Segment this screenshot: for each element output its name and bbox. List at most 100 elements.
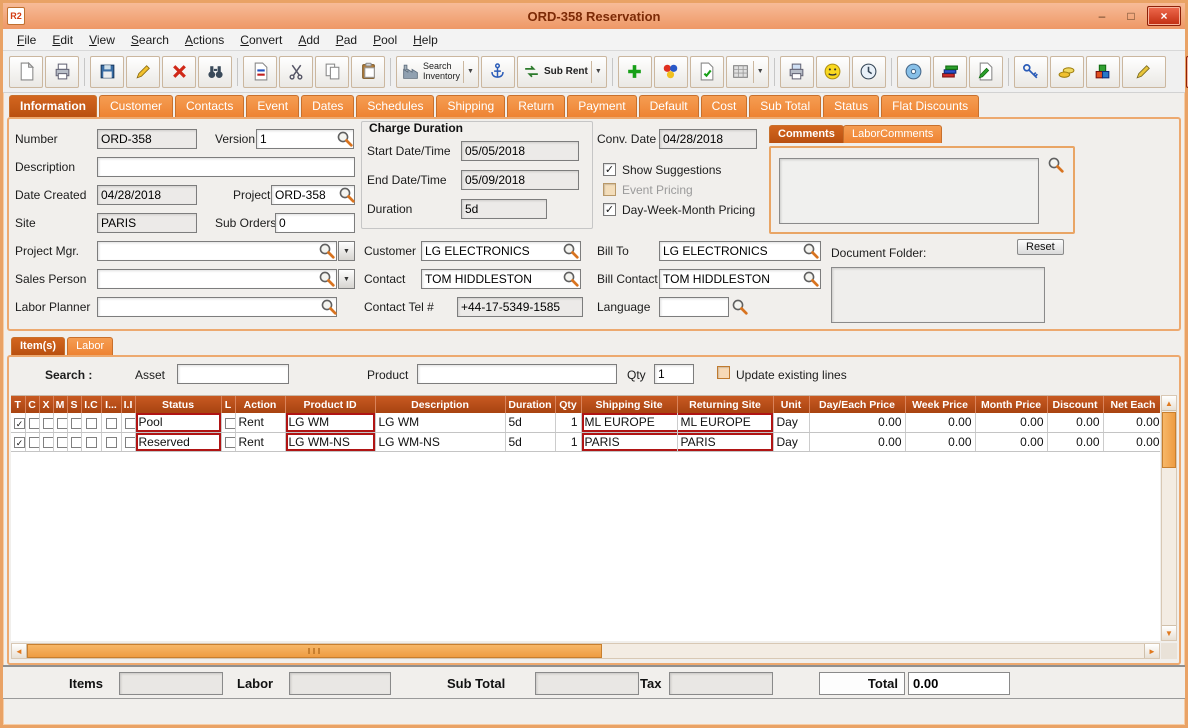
notes-button[interactable] — [969, 56, 1003, 88]
tab-comments[interactable]: Comments — [769, 125, 844, 143]
menu-pad[interactable]: Pad — [328, 31, 365, 49]
customer-field[interactable] — [421, 241, 581, 261]
paste-button[interactable] — [351, 56, 385, 88]
col-header-week-price[interactable]: Week Price — [905, 396, 975, 413]
cell-net-each[interactable]: 0.00 — [1103, 432, 1160, 451]
cell-day-each-price[interactable]: 0.00 — [809, 413, 905, 432]
cell-returning-site[interactable]: PARIS — [677, 432, 773, 451]
row-checkbox[interactable] — [106, 418, 117, 429]
row-checkbox[interactable] — [225, 418, 236, 429]
scroll-down-icon[interactable]: ▼ — [1162, 625, 1176, 640]
search-inventory-dropdown[interactable]: ▼ — [463, 61, 474, 83]
new-document-button[interactable] — [9, 56, 43, 88]
tab-shipping[interactable]: Shipping — [436, 95, 505, 117]
cell-discount[interactable]: 0.00 — [1047, 432, 1103, 451]
col-header-l[interactable]: L — [221, 396, 235, 413]
minimize-button[interactable]: – — [1089, 7, 1115, 25]
feedback-button[interactable] — [816, 56, 850, 88]
total-field[interactable]: 0.00 — [908, 672, 1010, 695]
conv-date-field[interactable] — [659, 129, 757, 149]
tab-labor-comments[interactable]: LaborComments — [843, 125, 942, 143]
col-header-s[interactable]: S — [67, 396, 81, 413]
cut-button[interactable] — [279, 56, 313, 88]
vertical-scroll-thumb[interactable] — [1162, 412, 1176, 468]
search-inventory-button[interactable]: SearchInventory ▼ — [396, 56, 479, 88]
sub-total-field[interactable] — [535, 672, 639, 695]
close-button[interactable]: × — [1147, 6, 1181, 26]
sales-person-lookup-icon[interactable] — [318, 270, 335, 287]
row-checkbox[interactable] — [86, 437, 97, 448]
scroll-right-icon[interactable]: ► — [1144, 644, 1159, 658]
number-field[interactable] — [97, 129, 197, 149]
contact-field[interactable] — [421, 269, 581, 289]
tab-cost[interactable]: Cost — [701, 95, 748, 117]
project-mgr-dropdown[interactable]: ▼ — [338, 241, 355, 261]
description-field[interactable] — [97, 157, 355, 177]
menu-actions[interactable]: Actions — [177, 31, 232, 49]
row-checkbox[interactable] — [125, 418, 136, 429]
cell-unit[interactable]: Day — [773, 432, 809, 451]
language-lookup-icon[interactable] — [731, 298, 748, 315]
col-header-description[interactable]: Description — [375, 396, 505, 413]
tab-event[interactable]: Event — [246, 95, 299, 117]
cell-month-price[interactable]: 0.00 — [975, 413, 1047, 432]
tab-items[interactable]: Item(s) — [11, 337, 65, 355]
delete-button[interactable] — [162, 56, 196, 88]
cell-product-id[interactable]: LG WM-NS — [285, 432, 375, 451]
labor-planner-field[interactable] — [97, 297, 337, 317]
maximize-button[interactable]: □ — [1118, 7, 1144, 25]
menu-pool[interactable]: Pool — [365, 31, 405, 49]
update-existing-lines-checkbox[interactable] — [717, 366, 730, 379]
col-header-unit[interactable]: Unit — [773, 396, 809, 413]
col-header-x[interactable]: X — [39, 396, 53, 413]
edit-button[interactable] — [126, 56, 160, 88]
print-report-button[interactable] — [780, 56, 814, 88]
cell-returning-site[interactable]: ML EUROPE — [677, 413, 773, 432]
cell-qty[interactable]: 1 — [555, 413, 581, 432]
horizontal-scrollbar[interactable]: ◄ ► — [11, 643, 1160, 659]
date-created-field[interactable] — [97, 185, 197, 205]
col-header-qty[interactable]: Qty — [555, 396, 581, 413]
row-checkbox[interactable]: ✓ — [14, 418, 25, 429]
col-header-c[interactable]: C — [25, 396, 39, 413]
row-checkbox[interactable] — [125, 437, 136, 448]
disc-button[interactable] — [897, 56, 931, 88]
col-header-ic[interactable]: I.C — [81, 396, 101, 413]
col-header-shipping-site[interactable]: Shipping Site — [581, 396, 677, 413]
project-mgr-lookup-icon[interactable] — [318, 242, 335, 259]
row-checkbox[interactable] — [57, 437, 68, 448]
qty-input[interactable] — [654, 364, 694, 384]
duration-field[interactable] — [461, 199, 547, 219]
show-suggestions-checkbox[interactable]: ✓ — [603, 163, 616, 176]
highlight-pen-button[interactable] — [1122, 56, 1166, 88]
bill-to-lookup-icon[interactable] — [802, 242, 819, 259]
product-search-input[interactable] — [417, 364, 617, 384]
menu-edit[interactable]: Edit — [44, 31, 81, 49]
row-checkbox[interactable] — [57, 418, 68, 429]
history-button[interactable] — [852, 56, 886, 88]
tab-return[interactable]: Return — [507, 95, 565, 117]
tab-payment[interactable]: Payment — [567, 95, 636, 117]
version-lookup-icon[interactable] — [336, 130, 353, 147]
horizontal-scroll-thumb[interactable] — [27, 644, 602, 658]
reports-button[interactable] — [933, 56, 967, 88]
edit-note-button[interactable] — [690, 56, 724, 88]
cell-unit[interactable]: Day — [773, 413, 809, 432]
menu-help[interactable]: Help — [405, 31, 446, 49]
row-checkbox[interactable] — [71, 437, 82, 448]
comments-lookup-icon[interactable] — [1047, 156, 1064, 173]
cell-discount[interactable]: 0.00 — [1047, 413, 1103, 432]
row-checkbox[interactable]: ✓ — [14, 437, 25, 448]
sales-person-field[interactable] — [97, 269, 337, 289]
cell-shipping-site[interactable]: PARIS — [581, 432, 677, 451]
project-lookup-icon[interactable] — [338, 186, 355, 203]
col-header-product-id[interactable]: Product ID — [285, 396, 375, 413]
col-header-m[interactable]: M — [53, 396, 67, 413]
table-row[interactable]: ✓ Reserved Rent LG WM-NS LG WM-NS 5d 1 P… — [11, 432, 1160, 451]
tab-customer[interactable]: Customer — [99, 95, 173, 117]
cell-week-price[interactable]: 0.00 — [905, 432, 975, 451]
reset-button[interactable]: Reset — [1017, 239, 1064, 255]
cell-shipping-site[interactable]: ML EUROPE — [581, 413, 677, 432]
row-checkbox[interactable] — [106, 437, 117, 448]
bill-contact-field[interactable] — [659, 269, 821, 289]
